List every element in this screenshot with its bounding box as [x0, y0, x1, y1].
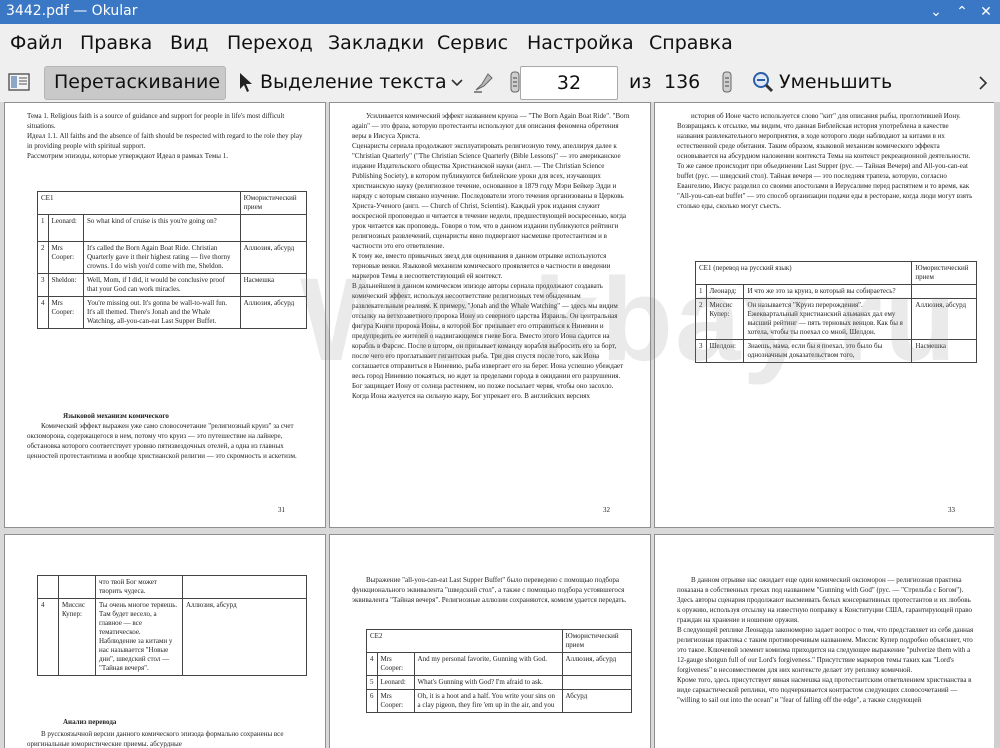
- page-number: 32: [603, 506, 610, 514]
- page-31-intro: Тема 1. Religious faith is a source of g…: [27, 112, 303, 160]
- menu-bookmarks[interactable]: Закладки: [328, 32, 424, 54]
- table-cell: Mrs Cooper:: [376, 689, 415, 713]
- table-cell: Ты очень многое теряешь. Там будет весел…: [95, 598, 183, 676]
- pdf-page-35: Выражение "all-you-can-eat Last Supper B…: [329, 534, 651, 748]
- menu-edit[interactable]: Правка: [80, 32, 152, 54]
- table-row: 5 Leonard: What's Gunning with God? I'm …: [366, 675, 633, 690]
- table-cell: Аллюзия, абсурд: [239, 296, 308, 329]
- page-33-body: история об Ионе часто используется слово…: [677, 112, 973, 210]
- table-cell: Аллюзия, абсурд: [561, 652, 633, 676]
- highlighter-icon[interactable]: [472, 70, 494, 94]
- pdf-page-34: что твой Бог может творить чудеса. 4 Мис…: [4, 534, 326, 748]
- table-cell: 1: [37, 214, 49, 242]
- table-row: 1 Leonard: So what kind of cruise is thi…: [37, 214, 308, 242]
- table-cell: Абсурд: [561, 689, 633, 713]
- table-cell: Leonard:: [376, 675, 415, 690]
- page-31-section-title: Языковой механизм комического: [63, 412, 169, 420]
- page-34-section-title: Анализ перевода: [63, 718, 117, 726]
- table-cell: It's called the Born Again Boat Ride. Ch…: [82, 241, 241, 274]
- total-pages-label: 136: [664, 71, 701, 93]
- table-cell: 2: [37, 241, 49, 274]
- zoom-out-label[interactable]: Уменьшить: [779, 71, 892, 93]
- pdf-page-36: В данном отрывке нас ожидает еще один ко…: [654, 534, 996, 748]
- menu-help[interactable]: Справка: [649, 32, 733, 54]
- table-cell: [58, 575, 96, 599]
- title-bar: 3442.pdf — Okular ⌄ ⌃ ✕: [0, 0, 1000, 24]
- table-cell: 4: [37, 296, 49, 329]
- menu-bar: Файл Правка Вид Переход Закладки Сервис …: [0, 24, 1000, 62]
- table-cell: Насмешка: [239, 273, 308, 297]
- table-cell: 3: [37, 273, 49, 297]
- zoom-out-icon[interactable]: [752, 71, 774, 93]
- page-35-body: Выражение "all-you-can-eat Last Supper B…: [352, 576, 627, 604]
- table-cell: Аллюзия, абсурд: [239, 241, 308, 274]
- page-34-body: В русскоязычной версии данного комическо…: [27, 730, 284, 748]
- table-cell: Аллюзия, абсурд: [182, 598, 307, 676]
- table-row: 2 Mrs Cooper: It's called the Born Again…: [37, 241, 308, 274]
- menu-settings[interactable]: Настройка: [527, 32, 634, 54]
- table-cell: Mrs Cooper:: [47, 296, 84, 329]
- menu-go[interactable]: Переход: [227, 32, 313, 54]
- page-34-table: что твой Бог может творить чудеса. 4 Мис…: [37, 575, 307, 676]
- watermark: Workbay.ru: [300, 254, 959, 386]
- chevron-right-icon[interactable]: [978, 76, 988, 90]
- table-head: СЕ2: [366, 629, 563, 653]
- table-cell: And my personal favorite, Gunning with G…: [413, 652, 563, 676]
- page-number: 33: [948, 506, 955, 514]
- text-select-tool-label[interactable]: Выделение текста: [260, 71, 447, 93]
- table-head: Юмористический прием: [239, 191, 308, 215]
- menu-file[interactable]: Файл: [10, 32, 63, 54]
- next-page-icon[interactable]: [720, 70, 734, 94]
- menu-view[interactable]: Вид: [170, 32, 209, 54]
- document-viewport[interactable]: Тема 1. Religious faith is a source of g…: [0, 102, 1000, 748]
- table-cell: Sheldon:: [47, 273, 84, 297]
- page-36-body: В данном отрывке нас ожидает еще один ко…: [677, 576, 974, 704]
- page-35-table: СЕ2 Юмористический прием 4 Mrs Cooper: A…: [366, 629, 633, 713]
- table-cell: Mrs Cooper:: [47, 241, 84, 274]
- table-row: 3 Sheldon: Well, Mom, if I did, it would…: [37, 273, 308, 297]
- page-number: 31: [278, 506, 285, 514]
- table-cell: 5: [366, 675, 378, 690]
- table-cell: что твой Бог может творить чудеса.: [95, 575, 183, 599]
- table-head: Юмористический прием: [561, 629, 633, 653]
- chevron-down-icon[interactable]: [451, 78, 463, 88]
- table-cell: You're missing out. It's gonna be wall-t…: [82, 296, 241, 329]
- table-cell: 4: [366, 652, 378, 676]
- table-cell: Oh, it is a hoot and a half. You write y…: [413, 689, 563, 713]
- page-31-body: Комический эффект выражен уже само слово…: [27, 422, 297, 460]
- window-title: 3442.pdf — Okular: [6, 3, 138, 19]
- table-cell: Mrs Cooper:: [376, 652, 415, 676]
- table-cell: What's Gunning with God? I'm afraid to a…: [413, 675, 563, 690]
- browse-tool-label: Перетаскивание: [54, 71, 221, 93]
- page-of-label: из: [629, 71, 652, 93]
- table-row: 6 Mrs Cooper: Oh, it is a hoot and a hal…: [366, 689, 633, 713]
- page-31-table: СЕ1 Юмористический прием 1 Leonard: So w…: [37, 191, 308, 329]
- page-number-input[interactable]: 32: [520, 66, 618, 100]
- table-cell: Well, Mom, if I did, it would be conclus…: [82, 273, 241, 297]
- table-cell: Миссис Купер:: [58, 598, 96, 676]
- table-cell: [561, 675, 633, 690]
- table-row: что твой Бог может творить чудеса.: [37, 575, 307, 599]
- table-cell: So what kind of cruise is this you're go…: [82, 214, 241, 242]
- close-icon[interactable]: ✕: [976, 2, 996, 22]
- table-row: 4 Mrs Cooper: You're missing out. It's g…: [37, 296, 308, 329]
- table-row: 4 Миссис Купер: Ты очень многое теряешь.…: [37, 598, 307, 676]
- vertical-scrollbar[interactable]: [994, 102, 1000, 748]
- table-cell: 6: [366, 689, 378, 713]
- table-cell: [37, 575, 59, 599]
- table-row: 4 Mrs Cooper: And my personal favorite, …: [366, 652, 633, 676]
- cursor-arrow-icon: [240, 73, 252, 92]
- table-head: СЕ1: [37, 191, 241, 215]
- maximize-icon[interactable]: ⌃: [952, 2, 972, 22]
- table-cell: [239, 214, 308, 242]
- menu-tools[interactable]: Сервис: [437, 32, 508, 54]
- sidebar-toggle-icon[interactable]: [8, 72, 30, 92]
- table-cell: [182, 575, 307, 599]
- pdf-page-31: Тема 1. Religious faith is a source of g…: [4, 102, 326, 528]
- table-cell: 4: [37, 598, 59, 676]
- table-cell: Leonard:: [47, 214, 84, 242]
- minimize-icon[interactable]: ⌄: [926, 2, 946, 22]
